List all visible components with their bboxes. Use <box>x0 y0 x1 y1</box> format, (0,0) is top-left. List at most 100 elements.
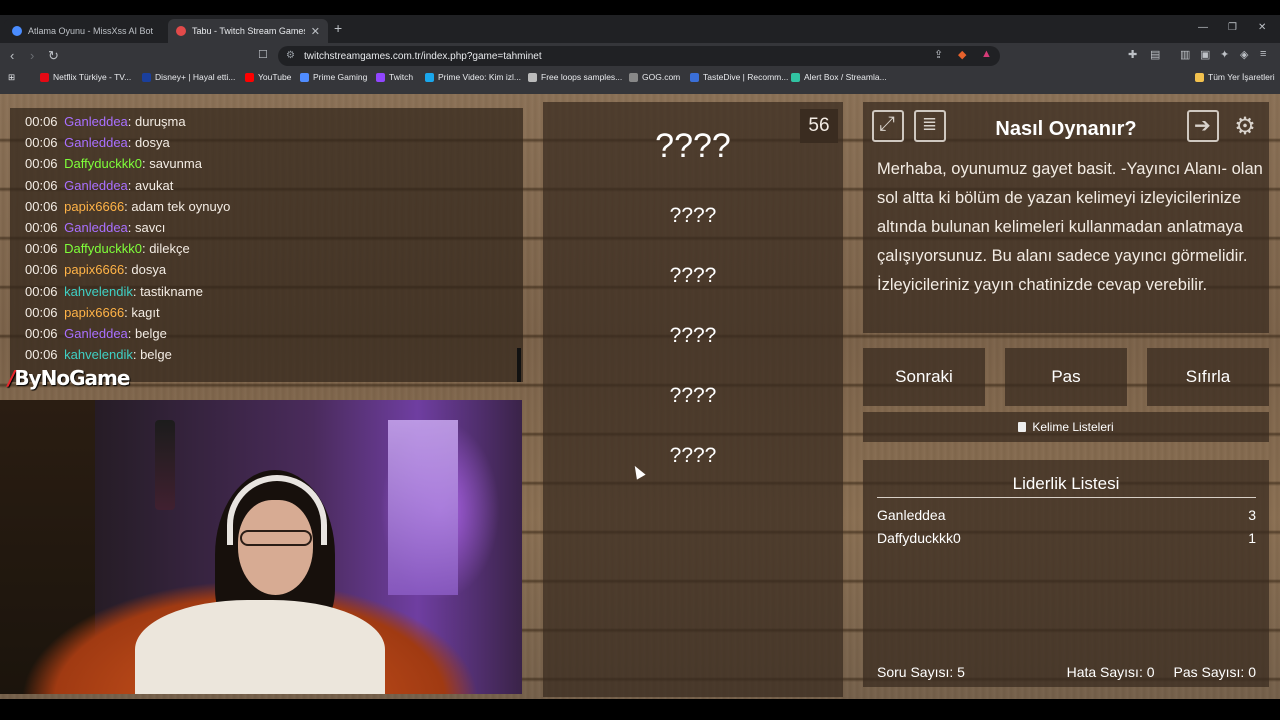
taboo-word: ???? <box>669 204 717 227</box>
bookmark-prime-gaming[interactable]: Prime Gaming <box>300 72 367 82</box>
bookmark-gog[interactable]: GOG.com <box>629 72 680 82</box>
chat-username[interactable]: kahvelendik <box>64 284 133 299</box>
chat-timestamp: 00:06 <box>25 156 58 172</box>
bookmark-twitch[interactable]: Twitch <box>376 72 413 82</box>
new-tab-icon[interactable]: + <box>334 20 342 36</box>
word-lists-button[interactable]: Kelime Listeleri <box>863 412 1269 442</box>
taboo-word: ???? <box>669 324 717 347</box>
taboo-word: ???? <box>669 264 717 287</box>
chat-timestamp: 00:06 <box>25 347 58 363</box>
reset-button[interactable]: Sıfırla <box>1147 348 1269 406</box>
chat-message: 00:06 Ganleddea: dosya <box>25 135 170 150</box>
chat-message: 00:06 kahvelendik: belge <box>25 347 172 362</box>
tab-favicon-icon <box>176 26 186 36</box>
chat-text: avukat <box>135 177 174 193</box>
minimize-icon[interactable]: — <box>1198 22 1208 33</box>
chat-timestamp: 00:06 <box>25 304 58 320</box>
bookmark-prime-video[interactable]: Prime Video: Kim izl... <box>425 72 521 82</box>
bookmark-alert-box[interactable]: Alert Box / Streamla... <box>791 72 887 82</box>
chat-username[interactable]: papix6666 <box>64 305 124 320</box>
chat-text: belge <box>140 347 172 363</box>
site-info-icon[interactable]: ⚙ <box>286 50 295 61</box>
bookmark-icon[interactable]: ☐ <box>258 48 268 61</box>
chat-message: 00:06 kahvelendik: tastikname <box>25 284 203 299</box>
chat-username[interactable]: papix6666 <box>64 199 124 214</box>
close-window-icon[interactable]: ✕ <box>1258 22 1266 33</box>
bookmark-tastedive[interactable]: TasteDive | Recomm... <box>690 72 788 82</box>
bookmarks-bar: ⊞ Netflix Türkiye - TV... Disney+ | Haya… <box>0 69 1280 89</box>
chat-message: 00:06 Daffyduckkk0: savunma <box>25 156 202 171</box>
back-icon[interactable]: ‹ <box>10 48 14 63</box>
streamer <box>135 470 385 694</box>
share-icon[interactable]: ⇪ <box>934 48 943 61</box>
chat-message: 00:06 papix6666: kagıt <box>25 305 160 320</box>
leaderboard-panel <box>863 460 1269 687</box>
next-button[interactable]: Sonraki <box>863 348 985 406</box>
close-tab-icon[interactable]: ✕ <box>311 25 320 38</box>
chat-text: dosya <box>135 135 170 151</box>
chat-message: 00:06 Ganleddea: savcı <box>25 220 165 235</box>
tab-atlama-oyunu[interactable]: Atlama Oyunu - MissXss AI Bot Syste <box>4 19 164 43</box>
vpn-icon[interactable]: ◈ <box>1240 48 1248 61</box>
chat-timestamp: 00:06 <box>25 241 58 257</box>
chat-username[interactable]: Ganleddea <box>64 220 128 235</box>
chat-username[interactable]: Daffyduckkk0 <box>64 241 142 256</box>
address-bar[interactable]: ⚙ twitchstreamgames.com.tr/index.php?gam… <box>278 46 1000 66</box>
chat-colon: : <box>127 177 136 193</box>
chat-text: belge <box>135 326 167 341</box>
apps-icon[interactable]: ⊞ <box>8 72 15 83</box>
leo-icon[interactable]: ✦ <box>1220 48 1229 61</box>
chat-username[interactable]: Ganleddea <box>64 114 128 129</box>
leaderboard-divider <box>877 497 1256 498</box>
chat-colon: : <box>132 283 141 299</box>
forward-icon[interactable]: › <box>30 48 34 63</box>
tab-tabu[interactable]: Tabu - Twitch Stream Games ✕ <box>168 19 328 43</box>
chat-scrollbar[interactable] <box>517 348 521 382</box>
chat-username[interactable]: Ganleddea <box>64 326 128 341</box>
chat-text: dosya <box>131 262 167 278</box>
chat-username[interactable]: Ganleddea <box>64 178 128 193</box>
free-loops-icon <box>528 72 537 82</box>
twitch-icon <box>376 72 385 82</box>
taboo-word: ???? <box>669 384 717 407</box>
leaderboard-row: Ganleddea 3 <box>877 507 1256 523</box>
pass-button[interactable]: Pas <box>1005 348 1127 406</box>
chat-username[interactable]: Ganleddea <box>64 135 128 150</box>
brave-shield-icon[interactable]: ◆ <box>958 48 966 61</box>
restore-icon[interactable]: ❐ <box>1228 22 1237 33</box>
chat-timestamp: 00:06 <box>25 262 58 278</box>
reading-list-icon[interactable]: ▤ <box>1150 48 1160 61</box>
bookmark-netflix[interactable]: Netflix Türkiye - TV... <box>40 72 131 82</box>
chat-colon: : <box>127 326 136 341</box>
chat-colon: : <box>127 114 136 129</box>
menu-icon[interactable]: ≡ <box>1260 48 1266 60</box>
chat-username[interactable]: kahvelendik <box>64 347 133 362</box>
taboo-word: ???? <box>669 444 717 467</box>
bookmark-disney[interactable]: Disney+ | Hayal etti... <box>142 72 235 82</box>
tab-favicon-icon <box>12 26 22 36</box>
bookmark-free-loops[interactable]: Free loops samples... <box>528 72 622 82</box>
chat-text: savcı <box>135 220 166 235</box>
logout-icon[interactable]: ➔ <box>1187 110 1219 142</box>
leaderboard-row: Daffyduckkk0 1 <box>877 530 1256 546</box>
bookmark-youtube[interactable]: YouTube <box>245 72 291 82</box>
chat-message: 00:06 papix6666: adam tek oynuyo <box>25 199 230 214</box>
chat-message: 00:06 papix6666: dosya <box>25 262 166 277</box>
chat-message: 00:06 Ganleddea: duruşma <box>25 114 186 129</box>
chat-username[interactable]: papix6666 <box>64 262 124 277</box>
error-count: Hata Sayısı: 0 <box>1066 664 1155 680</box>
extensions-icon[interactable]: ✚ <box>1128 48 1137 61</box>
reload-icon[interactable]: ↻ <box>48 48 59 64</box>
wallet-icon[interactable]: ▣ <box>1200 48 1210 61</box>
sidebar-icon[interactable]: ▥ <box>1180 48 1190 61</box>
bynogame-logo: /ByNoGame <box>8 366 130 390</box>
chat-username[interactable]: Daffyduckkk0 <box>64 156 142 171</box>
all-bookmarks[interactable]: Tüm Yer İşaretleri <box>1195 72 1275 82</box>
rewards-icon[interactable]: ▲ <box>981 48 992 60</box>
gear-icon[interactable]: ⚙ <box>1229 110 1261 142</box>
chat-timestamp: 00:06 <box>25 283 58 299</box>
leaderboard-score: 1 <box>1248 530 1256 546</box>
chat-text: savunma <box>149 156 202 172</box>
gog-icon <box>629 72 638 82</box>
tab-strip: Atlama Oyunu - MissXss AI Bot Syste Tabu… <box>0 15 1280 43</box>
